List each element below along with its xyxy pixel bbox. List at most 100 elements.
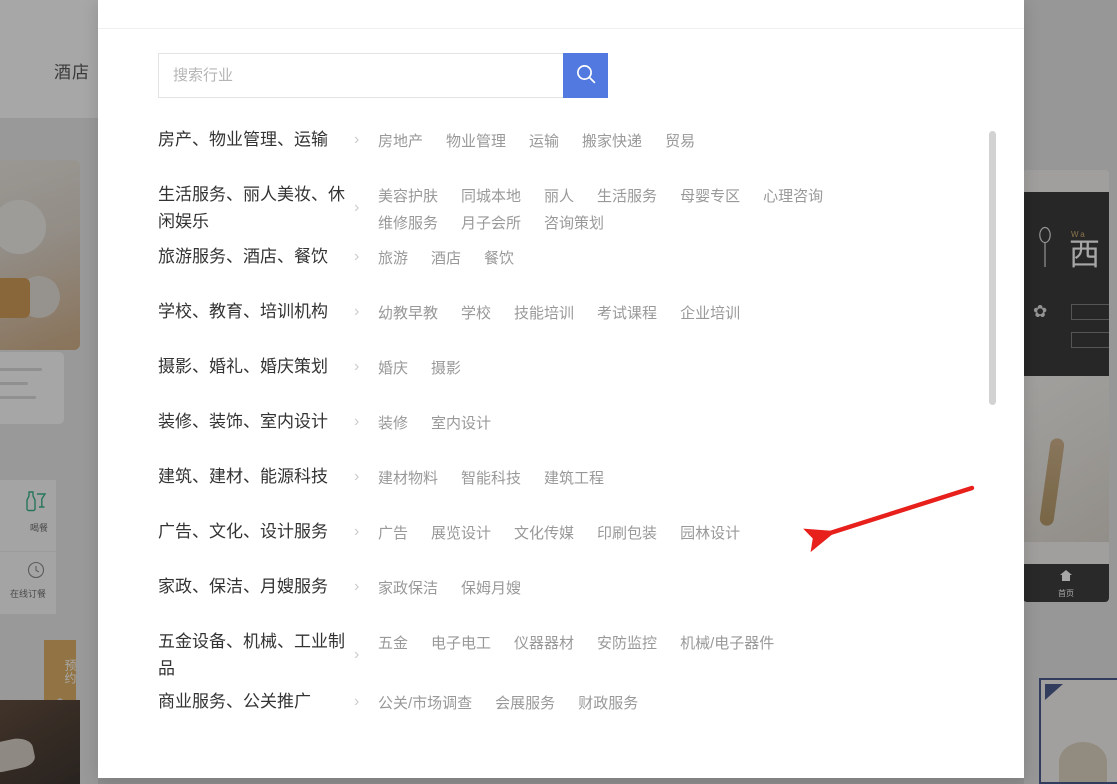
category-parent[interactable]: 旅游服务、酒店、餐饮›: [158, 243, 378, 270]
category-parent-label: 家政、保洁、月嫂服务: [158, 573, 348, 600]
category-parent[interactable]: 家政、保洁、月嫂服务 ›: [158, 573, 378, 600]
category-sub-item[interactable]: 美容护肤: [378, 183, 438, 210]
category-parent[interactable]: 商业服务、公关推广›: [158, 688, 378, 715]
category-sub-list: 美容护肤同城本地丽人生活服务母婴专区心理咨询维修服务月子会所咨询策划: [378, 181, 923, 237]
category-list-scrollbar-track[interactable]: [989, 124, 996, 764]
category-sub-item[interactable]: 园林设计: [680, 520, 740, 547]
chevron-right-icon: ›: [354, 468, 359, 486]
chevron-right-icon: ›: [354, 578, 359, 596]
category-parent-label: 生活服务、丽人美妆、休闲娱乐: [158, 181, 348, 235]
category-sub-list: 建材物料智能科技建筑工程: [378, 463, 923, 492]
category-parent[interactable]: 五金设备、机械、工业制品›: [158, 628, 378, 682]
industry-search-box: [158, 53, 608, 98]
chevron-right-icon: ›: [354, 303, 359, 321]
category-sub-item[interactable]: 机械/电子器件: [680, 630, 774, 657]
category-sub-item[interactable]: 心理咨询: [763, 183, 823, 210]
category-parent-label: 商业服务、公关推广: [158, 688, 348, 715]
search-input[interactable]: [158, 53, 563, 98]
search-button[interactable]: [563, 53, 608, 98]
category-row: 建筑、建材、能源科技 › 建材物料智能科技建筑工程: [158, 457, 980, 512]
industry-select-modal: 房产、物业管理、运输›房地产物业管理运输搬家快递贸易生活服务、丽人美妆、休闲娱乐…: [98, 0, 1024, 778]
category-sub-item[interactable]: 考试课程: [597, 300, 657, 327]
category-sub-item[interactable]: 生活服务: [597, 183, 657, 210]
category-parent-label: 装修、装饰、室内设计: [158, 408, 348, 435]
category-sub-item[interactable]: 印刷包装: [597, 520, 657, 547]
category-sub-item[interactable]: 物业管理: [446, 128, 506, 155]
category-sub-item[interactable]: 运输: [529, 128, 559, 155]
category-sub-item[interactable]: 财政服务: [578, 690, 638, 717]
category-sub-item[interactable]: 丽人: [544, 183, 574, 210]
category-parent[interactable]: 生活服务、丽人美妆、休闲娱乐 ›: [158, 181, 378, 235]
category-sub-item[interactable]: 保姆月嫂: [461, 575, 521, 602]
category-sub-item[interactable]: 广告: [378, 520, 408, 547]
chevron-right-icon: ›: [354, 523, 359, 541]
search-icon: [575, 63, 597, 88]
category-parent[interactable]: 房产、物业管理、运输›: [158, 126, 378, 153]
category-sub-item[interactable]: 房地产: [378, 128, 423, 155]
chevron-right-icon: ›: [354, 248, 359, 266]
category-row: 旅游服务、酒店、餐饮›旅游酒店餐饮: [158, 237, 980, 292]
category-sub-item[interactable]: 月子会所: [461, 210, 521, 237]
category-sub-item[interactable]: 餐饮: [484, 245, 514, 272]
category-row: 五金设备、机械、工业制品›五金电子电工仪器器材安防监控机械/电子器件: [158, 622, 980, 682]
category-sub-item[interactable]: 装修: [378, 410, 408, 437]
category-row: 房产、物业管理、运输›房地产物业管理运输搬家快递贸易: [158, 120, 980, 175]
category-sub-item[interactable]: 智能科技: [461, 465, 521, 492]
chevron-right-icon: ›: [354, 646, 359, 664]
category-parent-label: 广告、文化、设计服务: [158, 518, 348, 545]
category-row: 摄影、婚礼、婚庆策划 › 婚庆摄影: [158, 347, 980, 402]
modal-top-divider: [98, 0, 1024, 29]
category-sub-item[interactable]: 母婴专区: [680, 183, 740, 210]
category-sub-item[interactable]: 安防监控: [597, 630, 657, 657]
category-sub-item[interactable]: 仪器器材: [514, 630, 574, 657]
category-sub-item[interactable]: 五金: [378, 630, 408, 657]
category-parent[interactable]: 装修、装饰、室内设计 ›: [158, 408, 378, 435]
category-parent[interactable]: 学校、教育、培训机构›: [158, 298, 378, 325]
category-sub-item[interactable]: 贸易: [665, 128, 695, 155]
category-sub-item[interactable]: 家政保洁: [378, 575, 438, 602]
category-sub-item[interactable]: 摄影: [431, 355, 461, 382]
category-sub-list: 幼教早教学校技能培训考试课程企业培训: [378, 298, 923, 327]
category-row: 广告、文化、设计服务 › 广告展览设计文化传媒印刷包装园林设计: [158, 512, 980, 567]
category-parent[interactable]: 广告、文化、设计服务 ›: [158, 518, 378, 545]
chevron-right-icon: ›: [354, 358, 359, 376]
category-row: 商业服务、公关推广›公关/市场调查会展服务财政服务: [158, 682, 980, 737]
category-sub-item[interactable]: 幼教早教: [378, 300, 438, 327]
chevron-right-icon: ›: [354, 199, 359, 217]
category-sub-list: 旅游酒店餐饮: [378, 243, 923, 272]
category-parent-label: 建筑、建材、能源科技: [158, 463, 348, 490]
category-parent[interactable]: 摄影、婚礼、婚庆策划 ›: [158, 353, 378, 380]
category-row: 学校、教育、培训机构›幼教早教学校技能培训考试课程企业培训: [158, 292, 980, 347]
category-sub-item[interactable]: 同城本地: [461, 183, 521, 210]
category-sub-item[interactable]: 旅游: [378, 245, 408, 272]
category-sub-item[interactable]: 会展服务: [495, 690, 555, 717]
chevron-right-icon: ›: [354, 413, 359, 431]
category-parent[interactable]: 建筑、建材、能源科技 ›: [158, 463, 378, 490]
category-sub-item[interactable]: 公关/市场调查: [378, 690, 472, 717]
category-sub-item[interactable]: 企业培训: [680, 300, 740, 327]
category-sub-item[interactable]: 室内设计: [431, 410, 491, 437]
category-list-scrollbar-thumb[interactable]: [989, 131, 996, 405]
category-sub-item[interactable]: 文化传媒: [514, 520, 574, 547]
category-sub-list: 公关/市场调查会展服务财政服务: [378, 688, 923, 717]
category-sub-list: 房地产物业管理运输搬家快递贸易: [378, 126, 923, 155]
category-sub-item[interactable]: 电子电工: [431, 630, 491, 657]
category-sub-list: 家政保洁保姆月嫂: [378, 573, 923, 602]
category-sub-list: 广告展览设计文化传媒印刷包装园林设计: [378, 518, 923, 547]
category-sub-list: 五金电子电工仪器器材安防监控机械/电子器件: [378, 628, 923, 657]
category-sub-item[interactable]: 建筑工程: [544, 465, 604, 492]
category-sub-item[interactable]: 咨询策划: [544, 210, 604, 237]
category-row: 装修、装饰、室内设计 › 装修室内设计: [158, 402, 980, 457]
category-sub-item[interactable]: 技能培训: [514, 300, 574, 327]
industry-search-row: [98, 29, 1024, 98]
industry-category-list[interactable]: 房产、物业管理、运输›房地产物业管理运输搬家快递贸易生活服务、丽人美妆、休闲娱乐…: [98, 120, 1024, 780]
category-parent-label: 摄影、婚礼、婚庆策划: [158, 353, 348, 380]
category-sub-item[interactable]: 婚庆: [378, 355, 408, 382]
category-sub-item[interactable]: 建材物料: [378, 465, 438, 492]
category-sub-item[interactable]: 学校: [461, 300, 491, 327]
category-sub-item[interactable]: 展览设计: [431, 520, 491, 547]
category-row: 家政、保洁、月嫂服务 › 家政保洁保姆月嫂: [158, 567, 980, 622]
category-sub-item[interactable]: 酒店: [431, 245, 461, 272]
category-sub-item[interactable]: 维修服务: [378, 210, 438, 237]
category-sub-item[interactable]: 搬家快递: [582, 128, 642, 155]
